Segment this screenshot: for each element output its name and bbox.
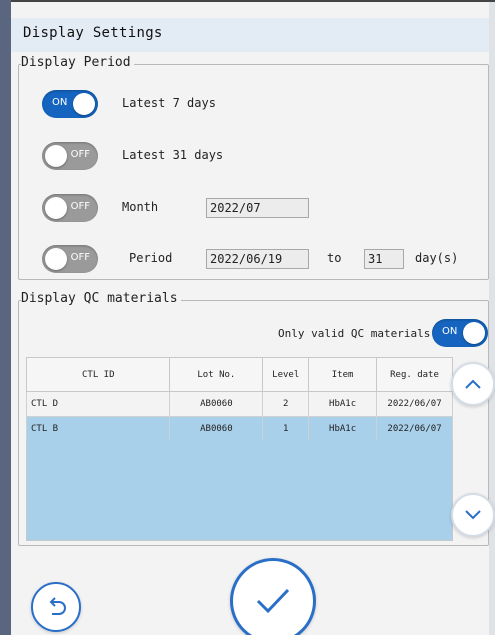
table-row[interactable]: CTL D AB0060 2 HbA1c 2022/06/07 bbox=[25, 391, 453, 417]
period-start-field[interactable]: 2022/06/19 bbox=[206, 249, 309, 269]
toggle-knob bbox=[45, 145, 67, 167]
toggle-state-text: OFF bbox=[70, 149, 90, 160]
only-valid-toggle[interactable]: ON bbox=[432, 319, 488, 347]
cell-level: 2 bbox=[262, 391, 310, 417]
period-days-unit-label: day(s) bbox=[415, 251, 459, 265]
month-field[interactable]: 2022/07 bbox=[206, 198, 309, 218]
toggle-knob bbox=[463, 322, 485, 344]
only-valid-label: Only valid QC materials bbox=[278, 327, 431, 340]
latest-31-days-label: Latest 31 days bbox=[122, 148, 224, 162]
undo-arrow-icon bbox=[49, 597, 66, 615]
cell-reg-date: 2022/06/07 bbox=[376, 416, 453, 442]
latest-31-days-toggle[interactable]: OFF bbox=[42, 142, 98, 170]
scroll-down-button[interactable] bbox=[451, 493, 495, 537]
toggle-knob bbox=[73, 93, 95, 115]
cell-reg-date: 2022/06/07 bbox=[376, 391, 453, 417]
column-header-reg-date[interactable]: Reg. date bbox=[376, 357, 453, 392]
period-to-label: to bbox=[327, 251, 342, 265]
column-header-ctl-id[interactable]: CTL ID bbox=[25, 357, 171, 392]
period-days-field[interactable]: 31 bbox=[364, 249, 404, 269]
cell-level: 1 bbox=[262, 416, 310, 442]
checkmark-icon bbox=[256, 588, 290, 614]
period-toggle[interactable]: OFF bbox=[42, 245, 98, 273]
back-button[interactable] bbox=[31, 582, 81, 632]
scroll-up-button[interactable] bbox=[451, 362, 495, 406]
cell-ctl-id: CTL D bbox=[25, 391, 171, 417]
display-period-group: Display Period ON Latest 7 days OFF Late… bbox=[18, 55, 489, 280]
latest-7-days-label: Latest 7 days bbox=[122, 96, 216, 110]
window-right-edge bbox=[489, 2, 495, 635]
month-label: Month bbox=[122, 200, 159, 214]
qc-materials-legend: Display QC materials bbox=[21, 291, 181, 306]
display-period-legend: Display Period bbox=[21, 55, 134, 70]
table-empty-area[interactable] bbox=[26, 441, 453, 541]
display-settings-window: Display Settings Display Period ON Lates… bbox=[11, 0, 495, 635]
table-header-row: CTL ID Lot No. Level Item Reg. date bbox=[25, 357, 453, 392]
month-toggle[interactable]: OFF bbox=[42, 194, 98, 222]
qc-materials-table: CTL ID Lot No. Level Item Reg. date CTL … bbox=[25, 357, 453, 442]
title-bar: Display Settings bbox=[11, 18, 489, 52]
cell-lot-no: AB0060 bbox=[169, 416, 264, 442]
latest-7-days-toggle[interactable]: ON bbox=[42, 90, 98, 118]
cell-item: HbA1c bbox=[308, 416, 378, 442]
toggle-state-text: ON bbox=[442, 326, 458, 337]
period-label: Period bbox=[129, 251, 173, 265]
confirm-button[interactable] bbox=[230, 558, 316, 635]
column-header-lot-no[interactable]: Lot No. bbox=[169, 357, 264, 392]
chevron-up-icon bbox=[465, 379, 481, 389]
toggle-knob bbox=[45, 248, 67, 270]
background-strip bbox=[0, 0, 11, 635]
chevron-down-icon bbox=[465, 510, 481, 520]
table-row-selected[interactable]: CTL B AB0060 1 HbA1c 2022/06/07 bbox=[25, 416, 453, 442]
column-header-level[interactable]: Level bbox=[262, 357, 310, 392]
window-title: Display Settings bbox=[23, 25, 163, 41]
cell-item: HbA1c bbox=[308, 391, 378, 417]
toggle-knob bbox=[45, 197, 67, 219]
cell-ctl-id: CTL B bbox=[25, 416, 171, 442]
toggle-state-text: OFF bbox=[70, 201, 90, 212]
toggle-state-text: ON bbox=[52, 97, 68, 108]
column-header-item[interactable]: Item bbox=[308, 357, 378, 392]
toggle-state-text: OFF bbox=[70, 252, 90, 263]
cell-lot-no: AB0060 bbox=[169, 391, 264, 417]
